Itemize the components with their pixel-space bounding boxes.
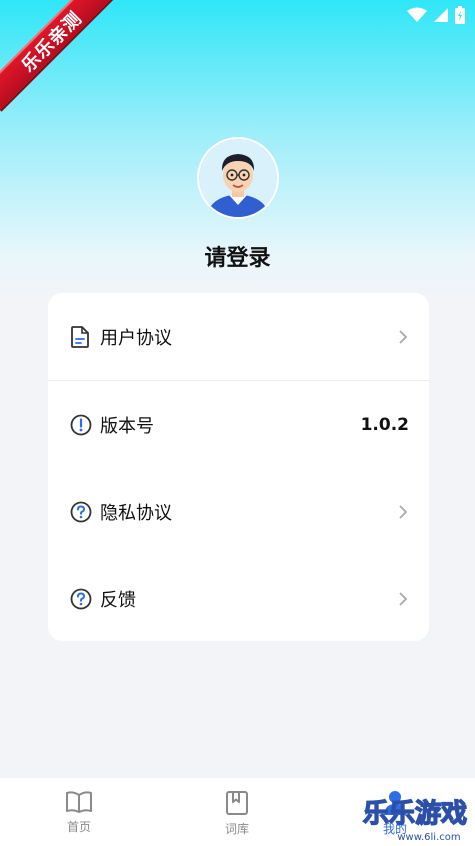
watermark-url: www.6li.com [397,832,460,843]
menu-item-label: 隐私协议 [100,502,172,524]
watermark-logo: 乐乐游戏 www.6li.com [362,798,467,843]
avatar-illustration [199,139,277,217]
document-icon [70,325,92,348]
bookmark-icon [226,791,248,815]
settings-card: 用户协议 版本号 1.0.2 隐私协议 反馈 [48,293,429,641]
menu-item-label: 用户协议 [100,327,172,349]
login-prompt[interactable]: 请登录 [0,240,475,272]
menu-item-privacy-policy[interactable]: 隐私协议 [48,468,429,555]
menu-item-user-agreement[interactable]: 用户协议 [48,293,429,380]
menu-item-label: 反馈 [100,589,136,611]
tab-label: 词库 [224,822,249,836]
version-value: 1.0.2 [360,414,409,435]
chevron-right-icon [399,329,408,344]
wifi-icon [407,7,427,22]
chevron-right-icon [399,504,408,519]
menu-item-feedback[interactable]: 反馈 [48,555,429,642]
help-icon [70,501,92,523]
tab-home[interactable]: 首页 [0,778,158,846]
menu-item-version: 版本号 1.0.2 [48,381,429,468]
signal-icon [434,8,448,22]
menu-item-label: 版本号 [100,415,154,437]
tab-label: 首页 [66,820,91,834]
watermark-text: 乐乐游戏 [363,799,467,829]
tab-vocabulary[interactable]: 词库 [158,778,316,846]
chevron-right-icon [399,591,408,606]
avatar[interactable] [197,137,279,219]
help-icon [70,588,92,610]
book-open-icon [66,791,92,813]
info-icon [70,414,92,436]
battery-icon [455,6,465,24]
